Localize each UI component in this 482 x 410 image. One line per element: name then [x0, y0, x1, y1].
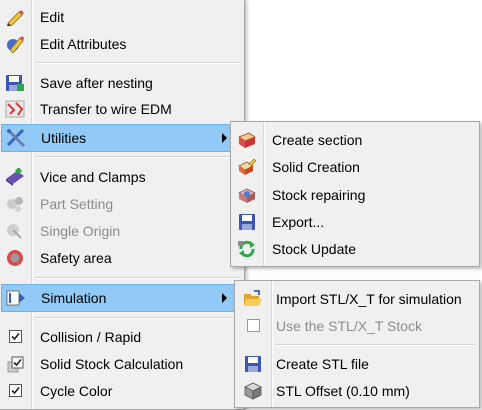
menu-item-label: Vice and Clamps — [40, 169, 146, 185]
menu-item-label: Import STL/X_T for simulation — [276, 291, 462, 307]
menu-item-solid-creation[interactable]: Solid Creation — [231, 154, 479, 180]
vice-icon — [5, 168, 25, 186]
menu-item-single-origin[interactable]: Single Origin — [0, 218, 244, 244]
section-icon — [237, 131, 257, 149]
menu-item-save-after-nesting[interactable]: Save after nesting — [0, 70, 244, 96]
menu-item-label: Save after nesting — [40, 75, 153, 91]
pencil-icon — [5, 8, 25, 27]
menu-separator — [275, 344, 475, 346]
menu-item-label: Cycle Color — [40, 383, 113, 399]
menu-item-part-setting[interactable]: Part Setting — [0, 191, 244, 217]
utilities-submenu: Create section Solid Creation Stock repa… — [230, 121, 480, 267]
menu-item-label: Stock repairing — [272, 187, 366, 203]
utilities-icon — [6, 128, 26, 148]
menu-item-label: Edit Attributes — [40, 36, 127, 52]
chevron-right-icon — [222, 293, 227, 303]
menu-separator — [35, 156, 240, 158]
menu-item-cycle-color[interactable]: Cycle Color — [0, 378, 244, 404]
menu-item-label: Single Origin — [40, 223, 121, 239]
menu-item-label: Safety area — [40, 250, 112, 266]
folder-open-icon — [243, 290, 263, 308]
menu-item-export[interactable]: Export... — [231, 209, 479, 235]
menu-item-edit-attributes[interactable]: Edit Attributes — [0, 31, 244, 57]
menu-item-label: Part Setting — [40, 196, 114, 212]
context-menu: Edit Edit Attributes Save after nesting — [0, 0, 245, 410]
menu-item-vice-and-clamps[interactable]: Vice and Clamps — [0, 164, 244, 190]
menu-item-label: Collision / Rapid — [40, 329, 142, 345]
floppy-icon — [237, 213, 257, 231]
menu-item-label: Export... — [272, 214, 325, 230]
menu-item-label: Create section — [272, 132, 363, 148]
menu-item-safety-area[interactable]: Safety area — [0, 245, 244, 271]
menu-item-stock-repairing[interactable]: Stock repairing — [231, 182, 479, 208]
menu-item-edit[interactable]: Edit — [0, 4, 244, 30]
menu-item-label: Create STL file — [276, 356, 369, 372]
menu-item-use-stl-stock[interactable]: Use the STL/X_T Stock — [235, 313, 479, 339]
menu-item-label: Utilities — [41, 130, 87, 146]
menu-separator — [35, 317, 240, 319]
menu-item-label: Use the STL/X_T Stock — [276, 318, 423, 334]
edit-attributes-icon — [5, 35, 25, 54]
solid-creation-icon — [237, 158, 257, 176]
save-after-nesting-icon — [5, 74, 25, 92]
floppy-icon — [243, 355, 263, 373]
menu-item-label: STL Offset (0.10 mm) — [276, 383, 410, 399]
menu-item-label: Solid Creation — [272, 159, 360, 175]
simulation-icon — [6, 289, 26, 307]
menu-item-label: Solid Stock Calculation — [40, 356, 184, 372]
origin-icon — [5, 222, 25, 240]
stock-repair-icon — [237, 186, 257, 204]
menu-item-simulation[interactable]: Simulation — [1, 284, 242, 312]
refresh-icon — [237, 240, 257, 258]
menu-item-import-stl[interactable]: Import STL/X_T for simulation — [235, 286, 479, 312]
cube-icon — [243, 382, 263, 400]
menu-item-collision-rapid[interactable]: Collision / Rapid — [0, 324, 244, 350]
menu-item-solid-stock-calculation[interactable]: Solid Stock Calculation — [0, 351, 244, 377]
menu-item-label: Edit — [40, 9, 65, 25]
menu-item-stl-offset[interactable]: STL Offset (0.10 mm) — [235, 378, 479, 404]
menu-item-label: Stock Update — [272, 241, 357, 257]
menu-separator — [35, 277, 240, 279]
checkbox-checked[interactable] — [9, 330, 22, 343]
chevron-right-icon — [222, 133, 227, 143]
menu-item-label: Simulation — [41, 290, 107, 306]
menu-item-create-stl-file[interactable]: Create STL file — [235, 351, 479, 377]
menu-item-create-section[interactable]: Create section — [231, 127, 479, 153]
menu-item-utilities[interactable]: Utilities — [1, 124, 242, 152]
menu-item-transfer-to-wire-edm[interactable]: Transfer to wire EDM — [0, 96, 244, 122]
checkbox-unchecked[interactable] — [247, 319, 260, 332]
checkbox-checked-icon[interactable] — [5, 355, 25, 373]
menu-item-label: Transfer to wire EDM — [40, 101, 172, 117]
wire-edm-icon — [5, 100, 25, 118]
menu-separator — [35, 62, 240, 64]
safety-area-icon — [5, 249, 25, 267]
simulation-submenu: Import STL/X_T for simulation Use the ST… — [234, 280, 480, 408]
part-setting-icon — [5, 195, 25, 213]
checkbox-checked[interactable] — [9, 384, 22, 397]
menu-item-stock-update[interactable]: Stock Update — [231, 236, 479, 262]
